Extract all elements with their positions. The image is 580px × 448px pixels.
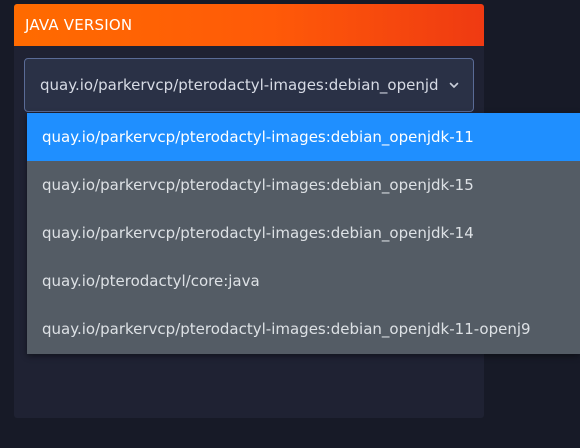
dropdown-option-openjdk-11[interactable]: quay.io/parkervcp/pterodactyl-images:deb… bbox=[27, 113, 580, 161]
panel-title: JAVA VERSION bbox=[25, 16, 133, 34]
dropdown-option-core-java[interactable]: quay.io/pterodactyl/core:java bbox=[27, 257, 580, 305]
dropdown-option-openjdk-11-openj9[interactable]: quay.io/parkervcp/pterodactyl-images:deb… bbox=[27, 305, 580, 353]
select-current-value: quay.io/parkervcp/pterodactyl-images:deb… bbox=[40, 76, 439, 94]
java-version-dropdown: quay.io/parkervcp/pterodactyl-images:deb… bbox=[27, 113, 580, 354]
dropdown-option-openjdk-15[interactable]: quay.io/parkervcp/pterodactyl-images:deb… bbox=[27, 161, 580, 209]
panel-header: JAVA VERSION bbox=[14, 4, 484, 46]
dropdown-option-openjdk-14[interactable]: quay.io/parkervcp/pterodactyl-images:deb… bbox=[27, 209, 580, 257]
java-version-select[interactable]: quay.io/parkervcp/pterodactyl-images:deb… bbox=[24, 58, 474, 112]
chevron-down-icon bbox=[448, 79, 460, 91]
